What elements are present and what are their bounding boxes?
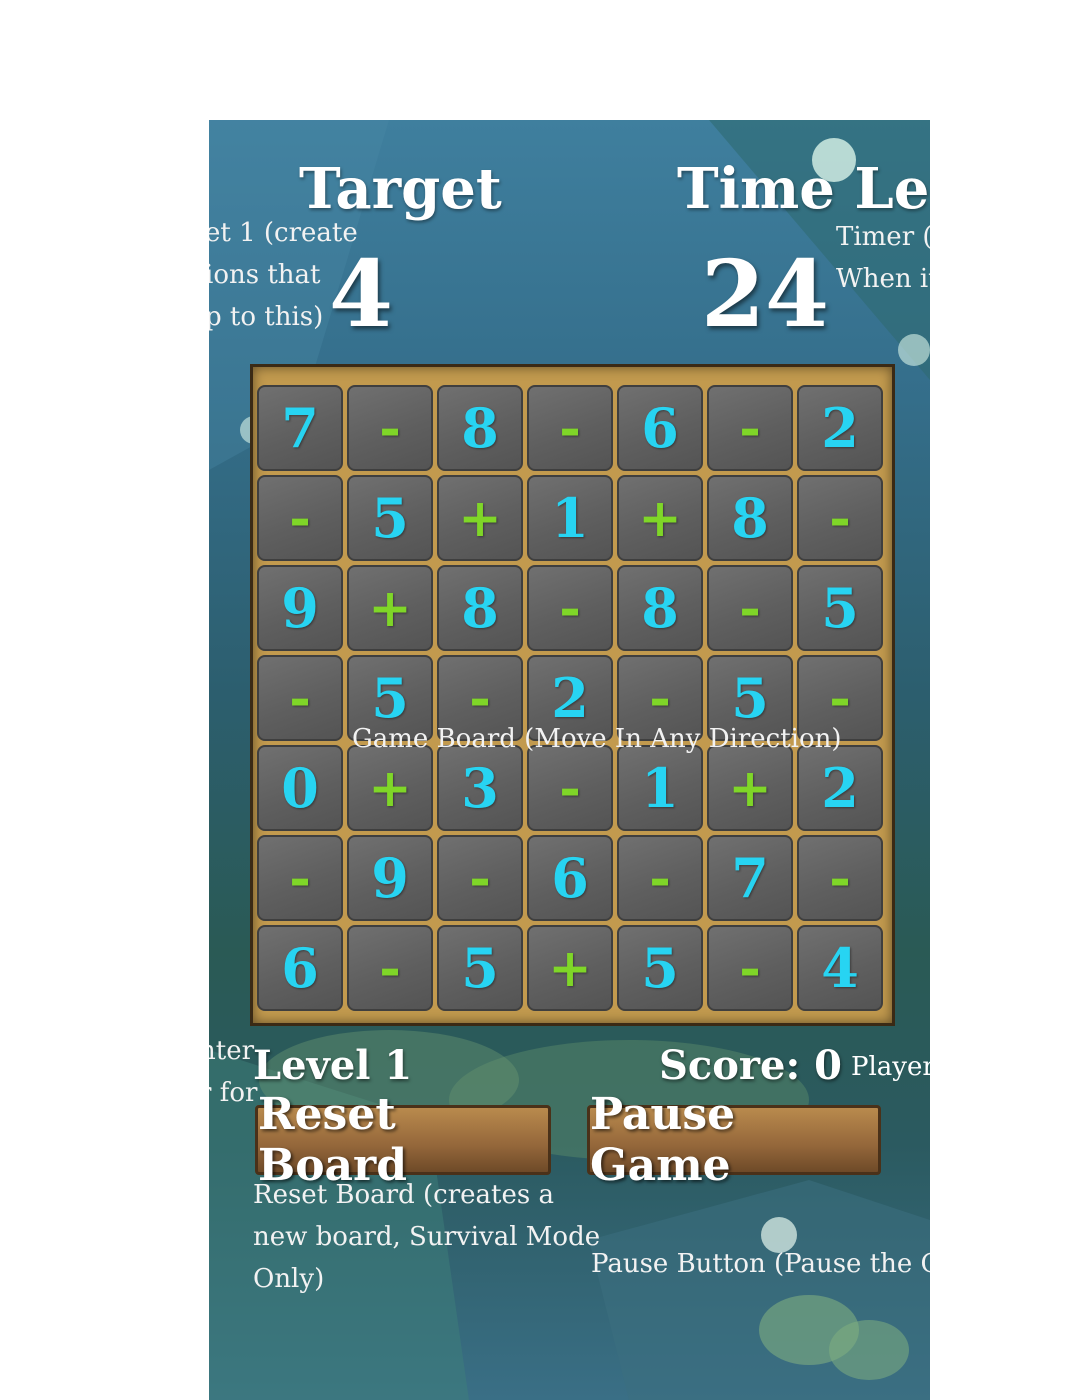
number-tile[interactable]: 6 [527, 835, 613, 921]
score-display: Score: 0 [659, 1042, 842, 1089]
operator-tile[interactable]: - [707, 385, 793, 471]
reset-note-line: Reset Board (creates a [253, 1180, 554, 1210]
number-tile[interactable]: 9 [257, 565, 343, 651]
number-tile[interactable]: 5 [617, 925, 703, 1011]
number-tile[interactable]: 1 [617, 745, 703, 831]
reset-note-line: new board, Survival Mode [253, 1222, 601, 1252]
operator-tile[interactable]: + [347, 745, 433, 831]
operator-tile[interactable]: + [707, 745, 793, 831]
pause-note: Pause Button (Pause the G [591, 1249, 930, 1279]
operator-tile[interactable]: + [527, 925, 613, 1011]
number-tile[interactable]: 6 [257, 925, 343, 1011]
target-note-line: ions that [209, 260, 321, 290]
number-tile[interactable]: 3 [437, 745, 523, 831]
player-label: Player [851, 1052, 930, 1082]
time-left-label: Time Left [677, 156, 930, 222]
number-tile[interactable]: 2 [797, 745, 883, 831]
number-tile[interactable]: 1 [527, 475, 613, 561]
operator-tile[interactable]: - [797, 475, 883, 561]
number-tile[interactable]: 8 [707, 475, 793, 561]
timer-note-line: Timer ( [836, 222, 930, 252]
operator-tile[interactable]: - [257, 835, 343, 921]
operator-tile[interactable]: - [707, 565, 793, 651]
pause-game-button[interactable]: Pause Game [587, 1089, 881, 1191]
number-tile[interactable]: 5 [347, 475, 433, 561]
reset-note: Reset Board (creates a new board, Surviv… [253, 1174, 600, 1300]
number-tile[interactable]: 4 [797, 925, 883, 1011]
operator-tile[interactable]: - [617, 835, 703, 921]
number-tile[interactable]: 6 [617, 385, 703, 471]
target-note: et 1 (create ions that p to this) [209, 212, 358, 338]
left-note: nter r for [209, 1030, 257, 1114]
operator-tile[interactable]: - [437, 835, 523, 921]
left-note-line: r for [209, 1078, 258, 1108]
number-tile[interactable]: 5 [797, 565, 883, 651]
operator-tile[interactable]: - [257, 475, 343, 561]
reset-board-button[interactable]: Reset Board [255, 1089, 551, 1191]
target-note-line: p to this) [209, 302, 324, 332]
operator-tile[interactable]: + [617, 475, 703, 561]
reset-note-line: Only) [253, 1264, 325, 1294]
number-tile[interactable]: 5 [437, 925, 523, 1011]
number-tile[interactable]: 8 [617, 565, 703, 651]
operator-tile[interactable]: - [527, 385, 613, 471]
game-board: 7-8-6-2-5 +1 +8-9 +8-8-5-5-2-5-0 +3-1 +2-9-6-… [250, 364, 895, 1026]
number-tile[interactable]: 8 [437, 565, 523, 651]
target-note-line: et 1 (create [209, 218, 358, 248]
tile-grid: 7-8-6-2-5 +1 +8-9 +8-8-5-5-2-5-0 +3-1 +2-9-6-… [257, 385, 883, 1011]
number-tile[interactable]: 2 [797, 385, 883, 471]
game-board-label: Game Board (Move In Any Direction) [352, 724, 842, 754]
number-tile[interactable]: 8 [437, 385, 523, 471]
operator-tile[interactable]: + [437, 475, 523, 561]
level-indicator: Level 1 [253, 1042, 413, 1089]
operator-tile[interactable]: + [347, 565, 433, 651]
operator-tile[interactable]: - [707, 925, 793, 1011]
operator-tile[interactable]: - [527, 745, 613, 831]
number-tile[interactable]: 7 [707, 835, 793, 921]
left-note-line: nter [209, 1036, 255, 1066]
timer-note: Timer ( When it [836, 216, 930, 300]
number-tile[interactable]: 7 [257, 385, 343, 471]
operator-tile[interactable]: - [527, 565, 613, 651]
operator-tile[interactable]: - [797, 835, 883, 921]
timer-note-line: When it [836, 264, 930, 294]
time-left-value: 24 [701, 240, 830, 348]
operator-tile[interactable]: - [347, 925, 433, 1011]
game-screen: Target 4 Time Left 24 et 1 (create ions … [209, 120, 930, 1400]
number-tile[interactable]: 0 [257, 745, 343, 831]
operator-tile[interactable]: - [347, 385, 433, 471]
number-tile[interactable]: 9 [347, 835, 433, 921]
operator-tile[interactable]: - [257, 655, 343, 741]
